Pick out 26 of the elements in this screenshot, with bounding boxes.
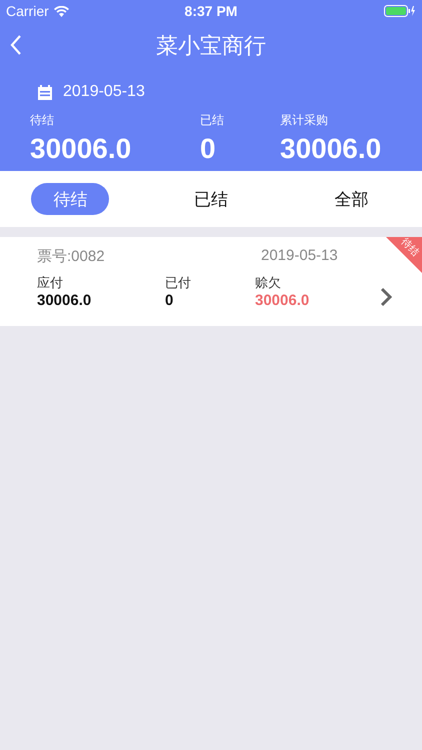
filter-tab[interactable]: 已结	[172, 183, 250, 215]
wifi-icon	[54, 6, 69, 16]
stat-label: 已结	[200, 112, 225, 129]
stat-value: 30006.0	[280, 133, 382, 165]
stat-value: 30006.0	[30, 133, 132, 165]
field-label: 赊欠	[255, 274, 282, 292]
page-title: 菜小宝商行	[156, 32, 266, 60]
clock-time: 8:37 PM	[184, 3, 238, 19]
carrier-name: Carrier	[6, 3, 49, 19]
stat-value: 0	[200, 133, 217, 165]
filter-tab[interactable]: 全部	[312, 183, 391, 215]
field-value: 30006.0	[255, 292, 310, 309]
field-label: 已付	[165, 274, 192, 292]
bill-card[interactable]: 票号:0082 2019-05-13 应付 30006.0 已付 0 赊欠 30006.0 待结	[0, 237, 422, 326]
calendar-icon[interactable]	[37, 84, 53, 100]
bill-number: 票号:0082	[37, 247, 105, 266]
bill-date: 2019-05-13	[261, 247, 338, 266]
chevron-right-icon	[380, 287, 392, 307]
field-value: 30006.0	[37, 292, 92, 309]
back-button[interactable]	[10, 34, 22, 56]
field-label: 应付	[37, 274, 64, 292]
field-value: 0	[165, 292, 174, 309]
stat-label: 待结	[30, 112, 55, 129]
ribbon-label: 待结	[398, 237, 422, 260]
battery-icon	[384, 5, 416, 17]
stat-label: 累计采购	[280, 112, 329, 129]
